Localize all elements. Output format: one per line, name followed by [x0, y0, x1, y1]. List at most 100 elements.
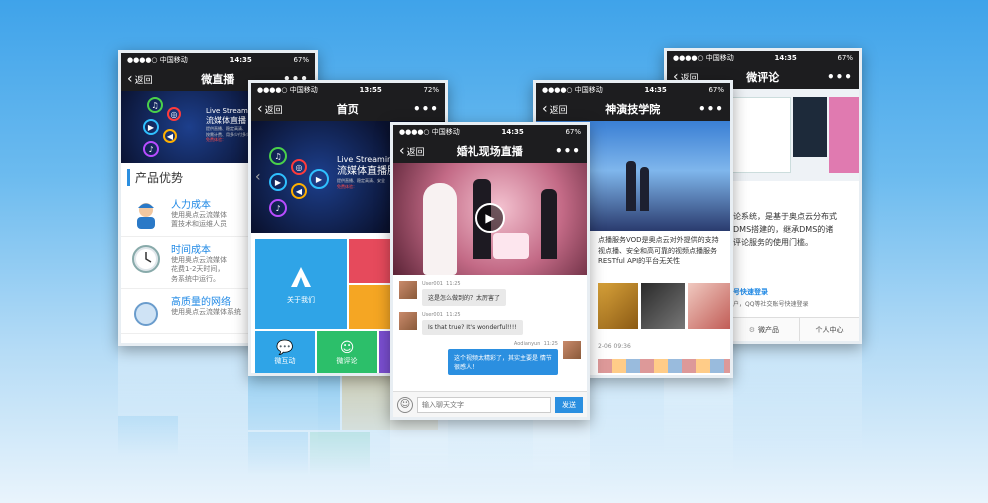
message-meta: User001 11:25 — [422, 312, 523, 318]
desc-line: 点播服务VOD是奥点云对外提供的支持 — [598, 236, 719, 244]
battery-label: 67% — [837, 54, 853, 62]
academy-description: 点播服务VOD是奥点云对外提供的支持 视点播、安全和高可靠的视频点播服务 RES… — [598, 235, 730, 267]
about-us-tile[interactable]: 关于我们 — [255, 239, 347, 329]
tile-label: 微评论 — [336, 357, 358, 365]
tile-label: 微互动 — [274, 357, 296, 365]
quick-login-link[interactable]: 号快速登录 — [733, 287, 768, 297]
prev-arrow-icon[interactable]: ‹ — [255, 169, 261, 185]
chat-input-bar: ☺ 发送 — [393, 391, 587, 417]
desc-line: DMS搭建的，继承DMS的诸 — [733, 224, 834, 234]
thumbnail[interactable] — [641, 283, 685, 329]
chat-message: User001 11:25 Is that true? It's wonderf… — [399, 312, 581, 335]
performer-figure — [640, 167, 649, 211]
clock: 14:35 — [229, 56, 252, 64]
chat-input[interactable] — [417, 396, 551, 413]
carrier-label: ●●●●○ 中国移动 — [673, 54, 734, 62]
more-menu-icon[interactable]: ••• — [827, 70, 853, 84]
bride-figure — [423, 183, 457, 275]
message-bubble: 这个视频太精彩了，其实主要是 情节很感人！ — [448, 349, 558, 375]
nav-bar: 返回 婚礼现场直播 ••• — [393, 139, 587, 163]
battery-label: 67% — [708, 86, 724, 94]
target-icon: ◎ — [167, 107, 181, 121]
headphone-icon: ♫ — [147, 97, 163, 113]
play-circle-icon: ▶ — [309, 169, 329, 189]
speaker-icon: ◀ — [291, 183, 307, 199]
thumbnail[interactable] — [598, 283, 638, 329]
status-bar: ●●●●○ 中国移动 13:55 72% — [251, 83, 445, 97]
logo-icon — [291, 267, 311, 287]
cake — [493, 233, 529, 259]
clock: 13:55 — [359, 86, 382, 94]
battery-label: 72% — [423, 86, 439, 94]
send-button[interactable]: 发送 — [555, 396, 583, 413]
more-menu-icon[interactable]: ••• — [413, 102, 439, 116]
avatar — [399, 281, 417, 299]
message-user: User001 — [422, 281, 443, 287]
status-bar: ●●●●○ 中国移动 14:35 67% — [667, 51, 859, 65]
headphone-icon: ♫ — [269, 147, 287, 165]
status-bar: ●●●●○ 中国移动 14:35 67% — [393, 125, 587, 139]
back-button[interactable]: 返回 — [399, 143, 425, 159]
worker-icon — [127, 196, 165, 232]
thumbnail-strip — [598, 359, 730, 373]
page-title: 婚礼现场直播 — [456, 145, 523, 158]
interaction-tile[interactable]: 💬 微互动 — [255, 331, 315, 373]
row-desc: 务系统中运行。 — [171, 274, 220, 283]
speaker-icon: ◀ — [163, 129, 177, 143]
comment-icon: ☺ — [339, 340, 355, 356]
thumbnail[interactable] — [688, 283, 730, 329]
play-button-icon[interactable]: ▶ — [475, 203, 505, 233]
row-heading: 高质量的网络 — [171, 297, 231, 309]
carrier-label: ●●●●○ 中国移动 — [399, 128, 460, 136]
more-menu-icon[interactable]: ••• — [698, 102, 724, 116]
preview-panel — [731, 97, 791, 173]
dot-icon: ⚙ — [748, 325, 755, 334]
message-user: Aodianyun — [513, 341, 541, 347]
login-desc: 户，QQ等社交账号快速登录 — [733, 301, 809, 308]
message-meta: Aodianyun 11:25 — [448, 341, 558, 347]
row-heading: 人力成本 — [171, 200, 211, 211]
emoji-icon[interactable]: ☺ — [397, 396, 413, 413]
clock: 14:35 — [501, 128, 524, 136]
status-bar: ●●●●○ 中国移动 14:35 67% — [121, 53, 315, 67]
back-button[interactable]: 返回 — [127, 71, 153, 87]
tab-label: 微产品 — [758, 325, 779, 334]
battery-label: 67% — [293, 56, 309, 64]
avatar — [563, 341, 581, 359]
back-button[interactable]: 返回 — [257, 101, 283, 117]
comment-description: 论系统，是基于奥点云分布式 DMS搭建的，继承DMS的诸 评论服务的使用门槛。 — [733, 211, 837, 249]
music-note-icon: ♪ — [269, 199, 287, 217]
groom-figure — [541, 189, 557, 259]
clock: 14:35 — [644, 86, 667, 94]
play-icon: ▶ — [269, 173, 287, 191]
row-desc: 花费1-2天时间， — [171, 265, 225, 274]
message-meta: User001 11:25 — [422, 281, 506, 287]
thumbnail-row — [598, 283, 730, 329]
row-desc: 使用奥点云流媒体系统 — [171, 308, 241, 317]
back-button[interactable]: 返回 — [542, 101, 568, 117]
message-time: 11:25 — [446, 312, 461, 318]
desc-line: 视点播、安全和高可靠的视频点播服务 — [598, 246, 717, 255]
row-heading: 时间成本 — [171, 245, 211, 256]
battery-label: 67% — [565, 128, 581, 136]
desc-line: RESTful API的平台无关性 — [598, 257, 681, 265]
music-note-icon: ♪ — [143, 141, 159, 157]
more-menu-icon[interactable]: ••• — [555, 144, 581, 158]
tab-label: 个人中心 — [815, 325, 844, 334]
desc-line: 论系统，是基于奥点云分布式 — [733, 212, 837, 221]
preview-panel — [829, 97, 859, 173]
nav-bar: 返回 首页 ••• — [251, 97, 445, 121]
chat-message: User001 11:25 这是怎么做到的？太厉害了 — [399, 281, 581, 306]
comment-tile[interactable]: ☺ 微评论 — [317, 331, 377, 373]
clock: 14:35 — [774, 54, 797, 62]
message-bubble: 这是怎么做到的？太厉害了 — [422, 289, 507, 306]
desc-line: 评论服务的使用门槛。 — [733, 237, 813, 247]
nav-bar: 返回 神演技学院 ••• — [536, 97, 730, 121]
wedding-video[interactable]: ▶ — [393, 163, 587, 275]
tab-personal-center[interactable]: 个人中心 — [799, 318, 859, 341]
carrier-label: ●●●●○ 中国移动 — [542, 86, 603, 94]
performer-figure — [626, 161, 636, 211]
message-user: User001 — [422, 312, 443, 318]
chat-message: Aodianyun 11:25 这个视频太精彩了，其实主要是 情节很感人！ — [399, 341, 581, 375]
status-bar: ●●●●○ 中国移动 14:35 67% — [536, 83, 730, 97]
